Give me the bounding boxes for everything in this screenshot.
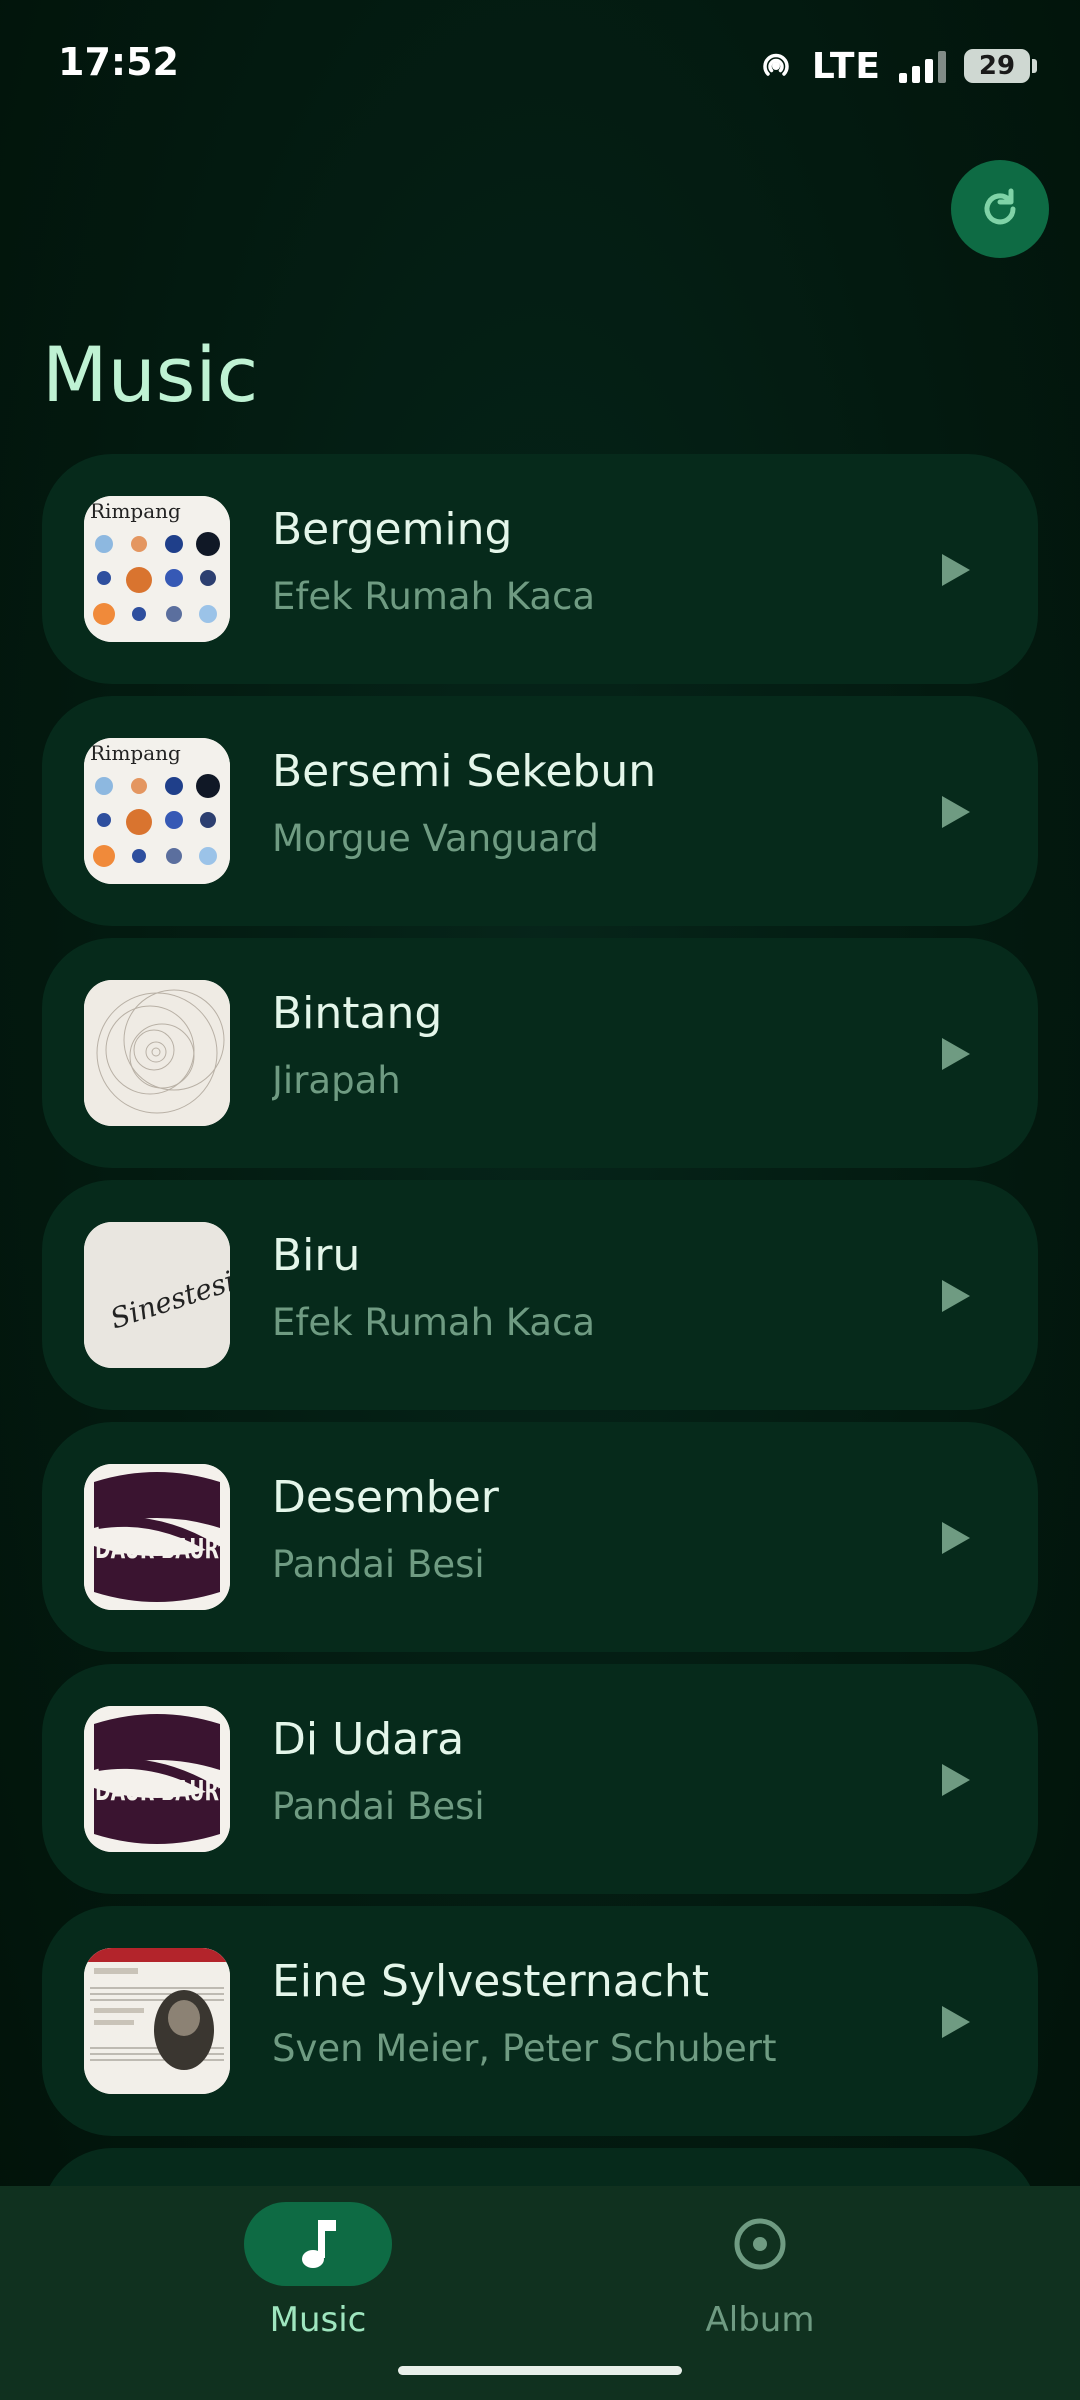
album-art: DAUR BAUR	[84, 1706, 230, 1852]
network-type: LTE	[811, 45, 881, 87]
play-icon[interactable]	[934, 550, 974, 590]
song-title: Eine Sylvesternacht	[272, 1956, 710, 2007]
album-disc-icon	[734, 2218, 786, 2270]
album-art	[84, 1948, 230, 2094]
refresh-button[interactable]	[951, 160, 1049, 258]
play-icon[interactable]	[934, 2002, 974, 2042]
song-title: Bersemi Sekebun	[272, 746, 657, 797]
battery-level: 29	[978, 51, 1016, 81]
battery-icon: 29	[964, 49, 1037, 83]
signal-icon	[899, 49, 946, 83]
play-icon[interactable]	[934, 1518, 974, 1558]
song-item-desember[interactable]: DAUR BAUR Desember Pandai Besi	[42, 1422, 1038, 1652]
play-icon[interactable]	[934, 1276, 974, 1316]
song-artist: Sven Meier, Peter Schubert	[272, 2027, 777, 2070]
album-art: DAUR BAUR	[84, 1464, 230, 1610]
app-screen: 17:52 LTE 29 Music Rimpang Bergeming Efe…	[0, 0, 1080, 2400]
song-item-eine-sylvesternacht[interactable]: Eine Sylvesternacht Sven Meier, Peter Sc…	[42, 1906, 1038, 2136]
song-title: Di Udara	[272, 1714, 465, 1765]
song-item-biru[interactable]: Sinestesia Biru Efek Rumah Kaca	[42, 1180, 1038, 1410]
song-item-bintang[interactable]: Bintang Jirapah	[42, 938, 1038, 1168]
song-title: Desember	[272, 1472, 499, 1523]
status-time: 17:52	[58, 40, 179, 84]
song-title: Biru	[272, 1230, 361, 1281]
song-title: Bergeming	[272, 504, 513, 555]
song-title: Bintang	[272, 988, 443, 1039]
svg-text:DAUR BAUR: DAUR BAUR	[95, 1532, 219, 1565]
song-item-di-udara[interactable]: DAUR BAUR Di Udara Pandai Besi	[42, 1664, 1038, 1894]
svg-text:Rimpang: Rimpang	[90, 499, 181, 523]
nav-indicator	[686, 2202, 834, 2286]
album-art: Rimpang	[84, 738, 230, 884]
song-item-bersemi-sekebun[interactable]: Rimpang Bersemi Sekebun Morgue Vanguard	[42, 696, 1038, 926]
play-icon[interactable]	[934, 792, 974, 832]
nav-indicator	[244, 2202, 392, 2286]
nav-item-album[interactable]: Album	[610, 2202, 910, 2352]
svg-text:DAUR BAUR: DAUR BAUR	[95, 1774, 219, 1807]
album-art	[84, 980, 230, 1126]
play-icon[interactable]	[934, 1760, 974, 1800]
svg-text:Rimpang: Rimpang	[90, 741, 181, 765]
hotspot-icon	[758, 48, 794, 84]
nav-label-album: Album	[705, 2300, 815, 2340]
song-artist: Efek Rumah Kaca	[272, 1301, 596, 1344]
song-item-bergeming[interactable]: Rimpang Bergeming Efek Rumah Kaca	[42, 454, 1038, 684]
home-indicator[interactable]	[398, 2366, 682, 2375]
song-artist: Morgue Vanguard	[272, 817, 599, 860]
song-artist: Pandai Besi	[272, 1785, 485, 1828]
status-icons: LTE 29	[758, 44, 1037, 88]
play-icon[interactable]	[934, 1034, 974, 1074]
song-artist: Jirapah	[272, 1059, 401, 1102]
nav-label-music: Music	[269, 2300, 367, 2340]
song-artist: Efek Rumah Kaca	[272, 575, 596, 618]
music-list: Rimpang Bergeming Efek Rumah Kaca Rimpan…	[42, 454, 1038, 2148]
refresh-icon	[984, 188, 1016, 225]
music-note-icon	[302, 2220, 336, 2268]
status-bar: 17:52 LTE 29	[0, 0, 1080, 130]
song-artist: Pandai Besi	[272, 1543, 485, 1586]
nav-item-music[interactable]: Music	[168, 2202, 468, 2352]
album-art: Rimpang	[84, 496, 230, 642]
album-art: Sinestesia	[84, 1222, 230, 1368]
page-title: Music	[42, 330, 259, 419]
